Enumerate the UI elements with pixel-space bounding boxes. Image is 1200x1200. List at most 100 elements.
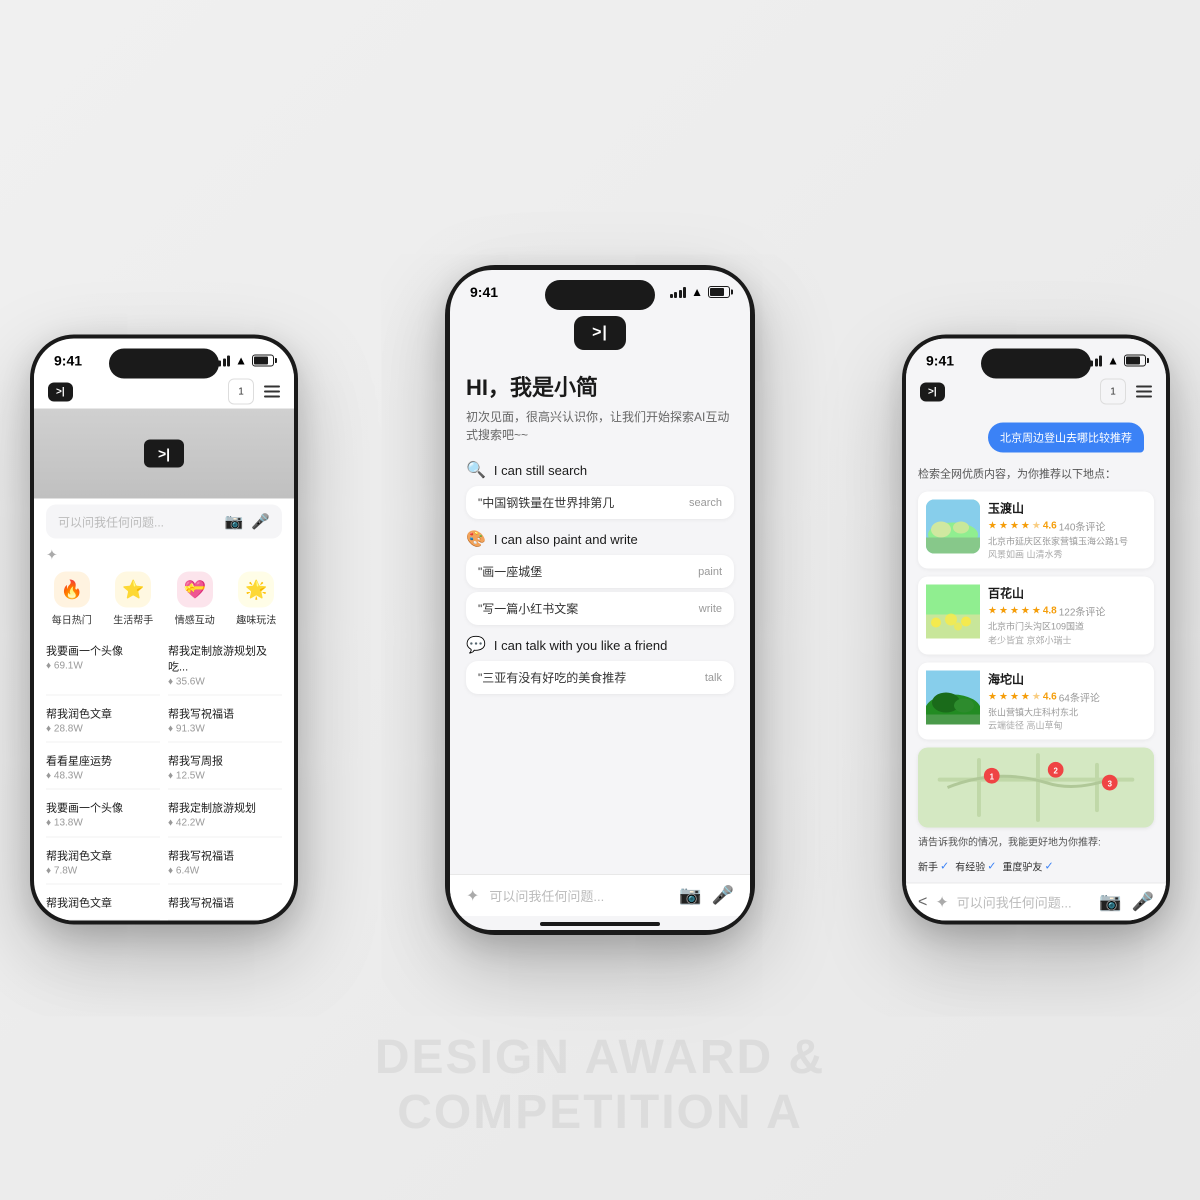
grid-item[interactable]: 帮我润色文章 xyxy=(46,888,160,920)
example-talk[interactable]: "三亚有没有好吃的美食推荐 talk xyxy=(466,661,734,694)
place-thumb-1 xyxy=(926,499,980,553)
cat-life-icon: ⭐ xyxy=(115,572,151,608)
grid-item[interactable]: 帮我定制旅游规划及吃... ♦ 35.6W xyxy=(168,637,282,696)
left-content: 9:41 ▲ >| 1 xyxy=(34,339,294,921)
grid-item[interactable]: 帮我写祝福语 ♦ 6.4W xyxy=(168,841,282,884)
grid-item[interactable]: 帮我写周报 ♦ 12.5W xyxy=(168,747,282,790)
cat-life[interactable]: ⭐ 生活帮手 xyxy=(108,572,160,627)
hamburger-icon-left[interactable] xyxy=(264,386,280,398)
phone-center: 9:41 ▲ >| HI，我是小简 初次见面，很高兴认识你，让我们开 xyxy=(445,265,755,935)
watermark: DESIGN AWARD &COMPETITION A xyxy=(375,1030,825,1140)
left-header-icons: 1 xyxy=(228,379,280,405)
place-name-3: 海坨山 xyxy=(988,670,1146,687)
place-name-1: 玉渡山 xyxy=(988,499,1146,516)
input-placeholder-center: 可以问我任何问题... xyxy=(489,886,669,905)
place-card-1[interactable]: 玉渡山 ★★★★★ 4.6 140条评论 北京市延庆区张家营镇玉海公路1号 风景… xyxy=(918,491,1154,569)
input-icons-right: 📷 🎤 xyxy=(1099,892,1154,913)
sparkle-left: ✦ xyxy=(46,547,282,564)
main-logo-area: >| xyxy=(450,304,750,358)
input-bar-right: < ✦ 可以问我任何问题... 📷 🎤 xyxy=(906,883,1166,921)
time-left: 9:41 xyxy=(54,353,82,369)
icon-num-left[interactable]: 1 xyxy=(228,379,254,405)
place-thumb-2 xyxy=(926,585,980,639)
level-experienced[interactable]: 有经验 ✓ xyxy=(955,859,996,874)
talk-icon-center: 💬 xyxy=(466,635,486,655)
phone-right: 9:41 ▲ >| 1 xyxy=(902,335,1170,925)
grid-item[interactable]: 我要画一个头像 ♦ 69.1W xyxy=(46,637,160,696)
example-write-text: "写一篇小红书文案 xyxy=(478,600,691,617)
input-placeholder-right: 可以问我任何问题... xyxy=(957,893,1091,912)
grid-item[interactable]: 看看星座运势 ♦ 48.3W xyxy=(46,747,160,790)
phone-left: 9:41 ▲ >| 1 xyxy=(30,335,298,925)
follow-up-text: 请告诉我你的情况，我能更好地为你推荐: xyxy=(906,832,1166,855)
grid-item[interactable]: 帮我写祝福语 ♦ 91.3W xyxy=(168,700,282,743)
battery-right xyxy=(1124,355,1146,367)
category-tabs-left: 🔥 每日热门 ⭐ 生活帮手 💝 情感互动 🌟 趣味玩法 xyxy=(34,572,294,627)
grid-item[interactable]: 帮我定制旅游规划 ♦ 42.2W xyxy=(168,794,282,837)
place-tags-1: 风景如画 山清水秀 xyxy=(988,548,1146,561)
grid-item[interactable]: 帮我润色文章 ♦ 7.8W xyxy=(46,841,160,884)
battery-left xyxy=(252,355,274,367)
battery-center xyxy=(708,286,730,298)
mic-icon-left[interactable]: 🎤 xyxy=(251,513,270,531)
app-logo-right[interactable]: >| xyxy=(920,382,945,401)
back-arrow-right[interactable]: < xyxy=(918,893,927,911)
grid-item[interactable]: 我要画一个头像 ♦ 13.8W xyxy=(46,794,160,837)
camera-icon-left[interactable]: 📷 xyxy=(225,513,244,531)
grid-item[interactable]: 帮我写祝福语 xyxy=(168,888,282,920)
main-logo[interactable]: >| xyxy=(574,316,626,350)
camera-icon-right[interactable]: 📷 xyxy=(1099,892,1121,913)
mic-icon-right[interactable]: 🎤 xyxy=(1132,892,1154,913)
map-svg: 1 2 3 xyxy=(918,748,1154,828)
chat-area-center: HI，我是小简 初次见面，很高兴认识你，让我们开始探索AI互动 式搜索吧~~ 🔍… xyxy=(450,358,750,874)
place-addr-3: 张山营镇大庄科村东北 xyxy=(988,706,1146,719)
cat-hot-icon: 🔥 xyxy=(54,572,90,608)
example-search[interactable]: "中国钢铁量在世界排第几 search xyxy=(466,486,734,519)
example-talk-text: "三亚有没有好吃的美食推荐 xyxy=(478,669,697,686)
feature-paint-label: 🎨 I can also paint and write xyxy=(466,529,734,549)
feature-paint: 🎨 I can also paint and write "画一座城堡 pain… xyxy=(466,529,734,625)
mic-icon-center[interactable]: 🎤 xyxy=(712,885,734,906)
right-header-icons: 1 xyxy=(1100,379,1152,405)
time-right: 9:41 xyxy=(926,353,954,369)
search-bar-left[interactable]: 可以问我任何问题... 📷 🎤 xyxy=(46,505,282,539)
svg-text:3: 3 xyxy=(1108,780,1113,789)
place-card-2[interactable]: 百花山 ★★★★★ 4.8 122条评论 北京市门头沟区109国道 老少皆宜 京… xyxy=(918,577,1154,655)
example-paint-text: "画一座城堡 xyxy=(478,563,690,580)
grid-item[interactable]: 帮我润色文章 ♦ 28.8W xyxy=(46,700,160,743)
camera-icon-center[interactable]: 📷 xyxy=(679,885,701,906)
cat-emotion[interactable]: 💝 情感互动 xyxy=(169,572,221,627)
input-bar-center: ✦ 可以问我任何问题... 📷 🎤 xyxy=(450,874,750,916)
example-write-tag: write xyxy=(699,603,722,615)
phone-left-screen: 9:41 ▲ >| 1 xyxy=(34,339,294,921)
sparkle-right: ✦ xyxy=(935,892,948,912)
cat-hot[interactable]: 🔥 每日热门 xyxy=(46,572,98,627)
example-write[interactable]: "写一篇小红书文案 write xyxy=(466,592,734,625)
example-talk-tag: talk xyxy=(705,672,722,684)
example-paint[interactable]: "画一座城堡 paint xyxy=(466,555,734,588)
user-bubble: 北京周边登山去哪比较推荐 xyxy=(988,423,1144,453)
notch-center xyxy=(545,280,655,310)
notch-right xyxy=(981,349,1091,379)
icon-num-right[interactable]: 1 xyxy=(1100,379,1126,405)
feature-search: 🔍 I can still search "中国钢铁量在世界排第几 search xyxy=(466,460,734,519)
level-beginner[interactable]: 新手 ✓ xyxy=(918,859,949,874)
content-grid-left: 我要画一个头像 ♦ 69.1W 帮我定制旅游规划及吃... ♦ 35.6W 帮我… xyxy=(34,637,294,921)
place-card-3[interactable]: 海坨山 ★★★★★ 4.6 64条评论 张山营镇大庄科村东北 云端徒径 高山草甸 xyxy=(918,662,1154,740)
feature-talk: 💬 I can talk with you like a friend "三亚有… xyxy=(466,635,734,694)
cat-fun[interactable]: 🌟 趣味玩法 xyxy=(231,572,283,627)
level-tags: 新手 ✓ 有经验 ✓ 重度驴友 ✓ xyxy=(906,855,1166,878)
center-content: 9:41 ▲ >| HI，我是小简 初次见面，很高兴认识你，让我们开 xyxy=(450,270,750,930)
level-hardcore[interactable]: 重度驴友 ✓ xyxy=(1002,859,1053,874)
svg-text:1: 1 xyxy=(990,773,995,782)
right-content: 9:41 ▲ >| 1 xyxy=(906,339,1166,921)
hamburger-icon-right[interactable] xyxy=(1136,386,1152,398)
banner-left: >| xyxy=(34,409,294,499)
app-logo-left[interactable]: >| xyxy=(48,382,73,401)
map-container: 1 2 3 xyxy=(918,748,1154,828)
example-search-tag: search xyxy=(689,497,722,509)
check-blue: ✓ xyxy=(1044,860,1053,873)
home-indicator-center xyxy=(540,922,660,926)
input-icons-center: 📷 🎤 xyxy=(679,885,734,906)
user-bubble-area: 北京周边登山去哪比较推荐 xyxy=(906,409,1166,463)
